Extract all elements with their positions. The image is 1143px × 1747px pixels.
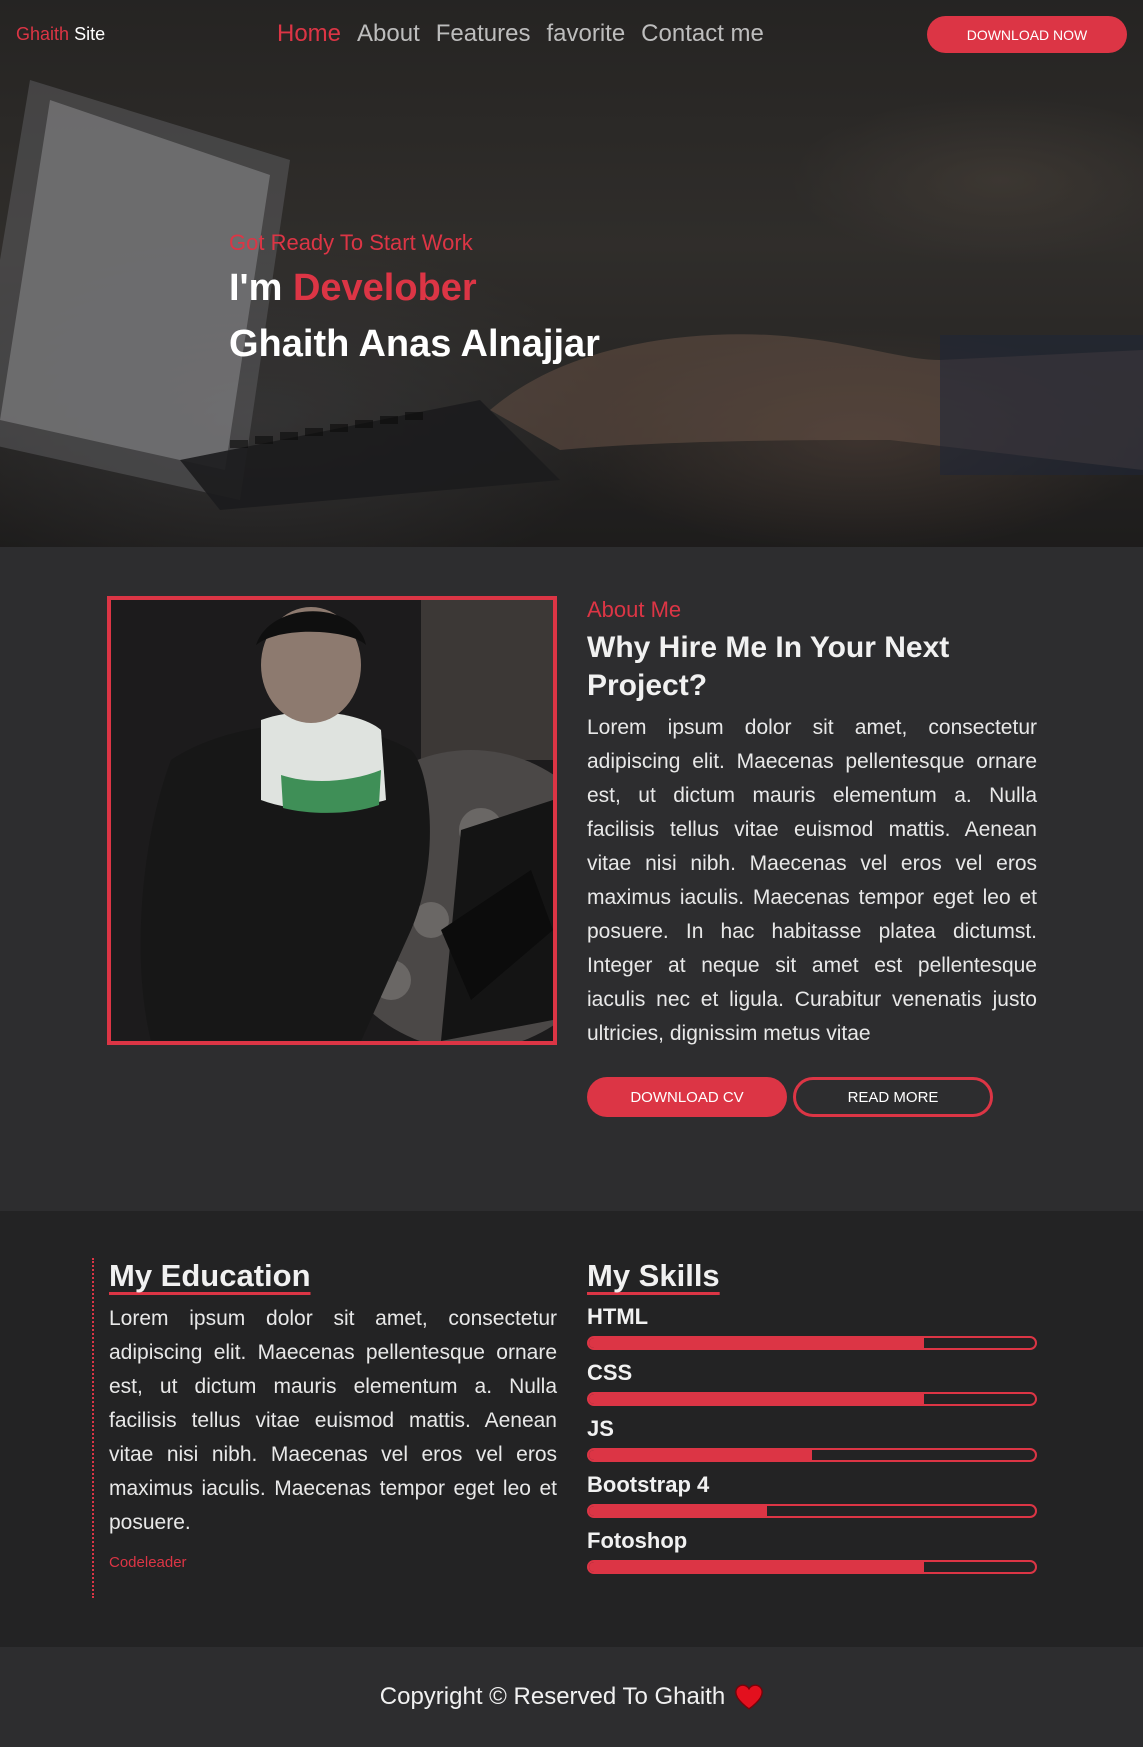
education-block: My Education Lorem ipsum dolor sit amet,… [92,1258,557,1598]
footer-copyright: Copyright © Reserved To Ghaith [379,1683,726,1710]
hero-section: Ghaith Site Home About Features favorite… [0,0,1143,547]
skill-progress-bar [587,1336,1037,1350]
skill-name: HTML [587,1304,649,1329]
main-nav: Home About Features favorite Contact me [277,20,764,48]
skill-progress-bar [587,1392,1037,1406]
download-cv-button[interactable]: DOWNLOAD CV [587,1077,787,1117]
about-content: About Me Why Hire Me In Your Next Projec… [587,597,1037,1117]
skill-progress-fill [589,1450,812,1460]
hero-title-prefix: I'm [229,267,283,309]
heart-icon [735,1684,763,1710]
profile-photo [107,596,557,1045]
brand-part1: Ghaith [16,24,70,44]
skill-progress-bar [587,1560,1037,1574]
about-buttons: DOWNLOAD CV READ MORE [587,1077,1037,1117]
skill-progress-bar [587,1504,1037,1518]
hero-name: Ghaith Anas Alnajjar [229,323,600,365]
about-label: About Me [587,597,682,622]
profile-photo-image [111,600,553,1041]
skills-title: My Skills [587,1258,720,1293]
education-skills-section: My Education Lorem ipsum dolor sit amet,… [0,1211,1143,1647]
skill-progress-bar [587,1448,1037,1462]
education-title: My Education [109,1258,311,1293]
download-now-button[interactable]: DOWNLOAD NOW [927,16,1127,53]
skill-item: JS [587,1414,1037,1462]
nav-features[interactable]: Features [436,20,531,48]
skill-name: CSS [587,1360,633,1385]
skill-item: Bootstrap 4 [587,1470,1037,1518]
skill-item: CSS [587,1358,1037,1406]
skill-progress-fill [589,1338,924,1348]
nav-about[interactable]: About [357,20,420,48]
read-more-button[interactable]: READ MORE [793,1077,993,1117]
hero-text: Got Ready To Start Work I'm Develober Gh… [229,230,600,370]
about-text: Lorem ipsum dolor sit amet, consectetur … [587,716,1037,1045]
brand-logo[interactable]: Ghaith Site [16,24,105,45]
about-heading: Why Hire Me In Your Next Project? [587,631,950,702]
nav-home[interactable]: Home [277,20,341,48]
skill-name: JS [587,1416,614,1441]
skill-progress-fill [589,1562,924,1572]
skill-progress-fill [589,1506,768,1516]
skill-name: Fotoshop [587,1528,688,1553]
skill-item: Fotoshop [587,1526,1037,1574]
hero-title: I'm Develober [229,262,600,314]
education-source: Codeleader [109,1554,187,1571]
skills-list: HTML CSS JS Bootstrap 4 Fotoshop [587,1302,1037,1574]
hero-subtitle: Got Ready To Start Work [229,230,473,255]
brand-part2: Site [74,24,106,44]
skill-progress-fill [589,1394,924,1404]
skill-item: HTML [587,1302,1037,1350]
hero-title-accent: Develober [292,267,477,309]
skill-name: Bootstrap 4 [587,1472,710,1497]
about-section: About Me Why Hire Me In Your Next Projec… [0,547,1143,1211]
footer: Copyright © Reserved To Ghaith [0,1647,1143,1747]
nav-favorite[interactable]: favorite [546,20,625,48]
nav-contact[interactable]: Contact me [641,20,764,48]
skills-block: My Skills HTML CSS JS Bootstrap 4 Fotoshop [587,1258,1037,1574]
education-text: Lorem ipsum dolor sit amet, consectetur … [109,1307,557,1534]
